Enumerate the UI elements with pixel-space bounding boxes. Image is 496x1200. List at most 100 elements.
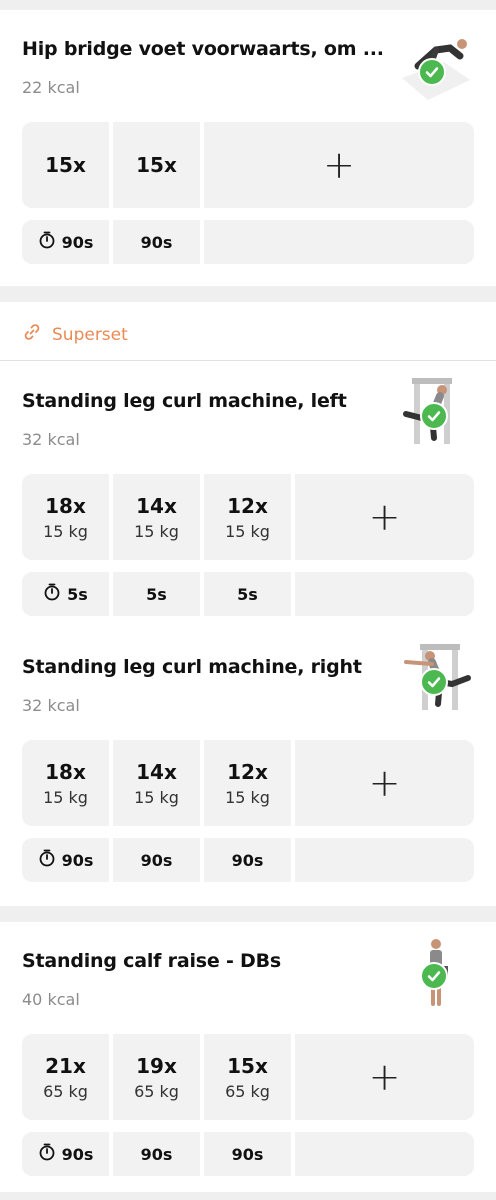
set-reps: 14x — [136, 759, 177, 784]
add-set-button[interactable]: + — [295, 1034, 474, 1120]
sets-row: 21x 65 kg 19x 65 kg 15x 65 kg + — [22, 1034, 474, 1120]
exercise-kcal: 32 kcal — [22, 430, 80, 449]
set-reps: 18x — [45, 759, 86, 784]
set-cell[interactable]: 15x — [113, 122, 200, 208]
set-weight: 15 kg — [43, 787, 88, 807]
add-set-button[interactable]: + — [204, 122, 474, 208]
rest-time: 90s — [61, 232, 94, 252]
hip-bridge-thumbnail[interactable] — [398, 28, 470, 100]
set-reps: 15x — [45, 153, 86, 177]
exercise-title[interactable]: Standing leg curl machine, right — [22, 656, 362, 678]
rest-time: 90s — [140, 1144, 173, 1164]
set-reps: 12x — [227, 493, 268, 518]
set-reps: 21x — [45, 1053, 86, 1078]
set-reps: 15x — [136, 153, 177, 177]
plus-icon: + — [368, 761, 401, 805]
set-weight: 15 kg — [43, 521, 88, 541]
set-cell[interactable]: 14x 15 kg — [113, 740, 200, 826]
plus-icon: + — [368, 495, 401, 539]
stopwatch-icon — [38, 849, 56, 871]
rest-time: 5s — [146, 584, 167, 604]
rest-cell[interactable]: 90s — [113, 1132, 200, 1176]
superset-text: Superset — [52, 324, 128, 345]
exercise-card: Standing calf raise - DBs 40 kcal 21x 65 … — [0, 922, 496, 1192]
exercise-kcal: 40 kcal — [22, 990, 80, 1009]
set-reps: 19x — [136, 1053, 177, 1078]
exercise-kcal: 32 kcal — [22, 696, 80, 715]
rest-cell[interactable]: 90s — [204, 838, 291, 882]
completed-checkmark-icon — [420, 668, 448, 696]
rest-row: 5s 5s 5s — [22, 572, 474, 616]
rest-row: 90s 90s 90s — [22, 838, 474, 882]
add-set-button[interactable]: + — [295, 740, 474, 826]
set-weight: 65 kg — [134, 1081, 179, 1101]
completed-checkmark-icon — [420, 402, 448, 430]
rest-cell[interactable]: 5s — [204, 572, 291, 616]
set-weight: 15 kg — [134, 521, 179, 541]
rest-row: 90s 90s — [22, 220, 474, 264]
set-cell[interactable]: 21x 65 kg — [22, 1034, 109, 1120]
exercise-kcal: 22 kcal — [22, 78, 80, 97]
link-icon — [22, 322, 42, 347]
set-cell[interactable]: 18x 15 kg — [22, 474, 109, 560]
superset-label[interactable]: Superset — [22, 322, 128, 347]
sets-row: 18x 15 kg 14x 15 kg 12x 15 kg + — [22, 474, 474, 560]
plus-icon: + — [368, 1055, 401, 1099]
rest-time: 90s — [140, 850, 173, 870]
leg-curl-right-thumbnail[interactable] — [400, 642, 472, 714]
stopwatch-icon — [38, 231, 56, 253]
rest-time: 90s — [61, 850, 94, 870]
set-weight: 15 kg — [225, 521, 270, 541]
sets-row: 18x 15 kg 14x 15 kg 12x 15 kg + — [22, 740, 474, 826]
rest-empty-cell — [204, 220, 474, 264]
superset-card: Superset Standing leg curl machine, left… — [0, 302, 496, 906]
set-reps: 18x — [45, 493, 86, 518]
exercise-title[interactable]: Standing leg curl machine, left — [22, 390, 347, 412]
rest-row: 90s 90s 90s — [22, 1132, 474, 1176]
rest-cell[interactable]: 5s — [113, 572, 200, 616]
rest-cell[interactable]: 90s — [22, 1132, 109, 1176]
rest-empty-cell — [295, 838, 474, 882]
rest-time: 90s — [231, 1144, 264, 1164]
rest-time: 90s — [140, 232, 173, 252]
set-weight: 15 kg — [225, 787, 270, 807]
rest-time: 5s — [67, 584, 88, 604]
add-set-button[interactable]: + — [295, 474, 474, 560]
rest-cell[interactable]: 90s — [22, 220, 109, 264]
rest-time: 5s — [237, 584, 258, 604]
leg-curl-left-thumbnail[interactable] — [400, 376, 472, 448]
set-weight: 65 kg — [225, 1081, 270, 1101]
set-reps: 14x — [136, 493, 177, 518]
exercise-card: Hip bridge voet voorwaarts, om ... 22 kc… — [0, 10, 496, 286]
set-weight: 15 kg — [134, 787, 179, 807]
rest-cell[interactable]: 5s — [22, 572, 109, 616]
completed-checkmark-icon — [420, 962, 448, 990]
rest-cell[interactable]: 90s — [22, 838, 109, 882]
sets-row: 15x 15x + — [22, 122, 474, 208]
stopwatch-icon — [38, 1143, 56, 1165]
plus-icon: + — [323, 143, 355, 187]
exercise-title[interactable]: Standing calf raise - DBs — [22, 950, 281, 972]
completed-checkmark-icon — [418, 58, 446, 86]
set-weight: 65 kg — [43, 1081, 88, 1101]
rest-empty-cell — [295, 1132, 474, 1176]
set-cell[interactable]: 14x 15 kg — [113, 474, 200, 560]
divider — [0, 360, 496, 361]
rest-cell[interactable]: 90s — [113, 220, 200, 264]
set-cell[interactable]: 12x 15 kg — [204, 474, 291, 560]
set-cell[interactable]: 15x 65 kg — [204, 1034, 291, 1120]
set-cell[interactable]: 19x 65 kg — [113, 1034, 200, 1120]
stopwatch-icon — [43, 583, 61, 605]
rest-cell[interactable]: 90s — [204, 1132, 291, 1176]
rest-empty-cell — [295, 572, 474, 616]
set-cell[interactable]: 18x 15 kg — [22, 740, 109, 826]
exercise-title[interactable]: Hip bridge voet voorwaarts, om ... — [22, 38, 384, 60]
set-reps: 15x — [227, 1053, 268, 1078]
rest-time: 90s — [61, 1144, 94, 1164]
rest-time: 90s — [231, 850, 264, 870]
set-cell[interactable]: 12x 15 kg — [204, 740, 291, 826]
rest-cell[interactable]: 90s — [113, 838, 200, 882]
set-cell[interactable]: 15x — [22, 122, 109, 208]
calf-raise-thumbnail[interactable] — [400, 936, 472, 1008]
set-reps: 12x — [227, 759, 268, 784]
